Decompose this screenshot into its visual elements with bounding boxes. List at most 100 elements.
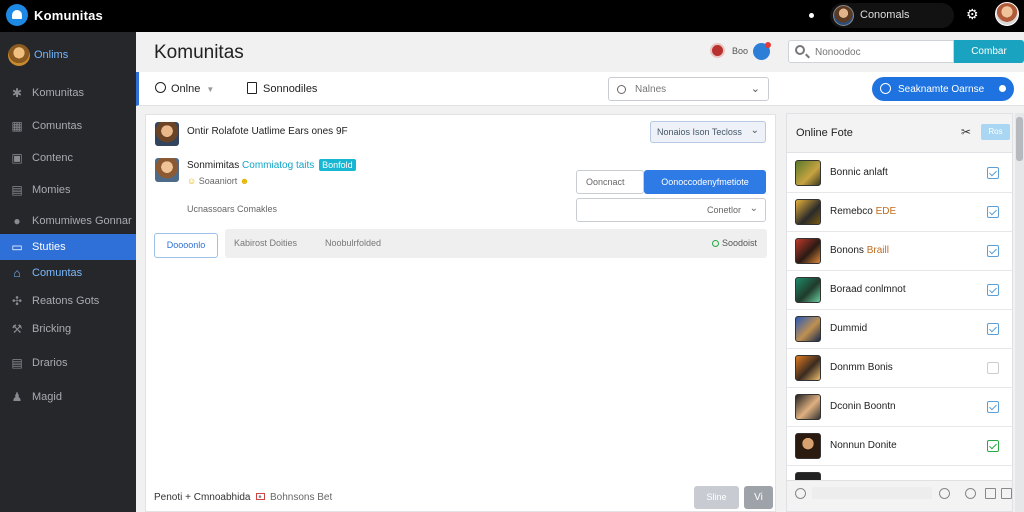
checkbox[interactable] [987,284,999,296]
control-select[interactable]: Conetlor ⌄ [576,198,766,222]
list-item[interactable]: Dconin Boontn [787,388,1012,427]
sidebar-item-comuntas-2[interactable]: ⌂ Comuntas [0,260,136,286]
search-icon [795,45,805,55]
avatar [795,355,821,381]
user-name: Conomals [860,9,910,21]
checkbox[interactable] [987,323,999,335]
chat-icon [155,82,166,93]
scrollbar-thumb[interactable] [1016,117,1023,161]
send-button[interactable]: Sline [694,486,739,509]
window-icon[interactable] [985,488,996,499]
panel-button[interactable]: Ros [981,124,1010,140]
profile-avatar[interactable] [995,2,1019,26]
options-button[interactable]: Nonaios Ison Tecloss ⌄ [650,121,766,143]
sidebar-item-komunitas[interactable]: ✱ Komunitas [0,80,136,106]
list-item[interactable]: Dummid [787,310,1012,349]
user-menu[interactable]: Conomals [830,3,954,28]
sidebar-item-label: Komumiwes Gonnar [32,215,132,227]
sidebar-item-reatons[interactable]: ✣ Reatons Gots [0,288,136,314]
chart-icon: ▤ [11,183,23,197]
list-item[interactable] [787,466,1012,486]
list-item[interactable]: Donmm Bonis [787,349,1012,388]
expand-icon[interactable] [1001,488,1012,499]
filter-dropdown[interactable]: Nalnes ⌄ [608,77,769,101]
notification-icon[interactable] [753,42,771,60]
primary-action-button[interactable]: Seaknamte Oarnse [872,77,1014,101]
avatar [795,238,821,264]
footer-link[interactable]: Bohnsons Bet [256,492,332,503]
meta-label: Soaaniort [198,176,238,186]
camera-icon: ▣ [11,151,23,165]
list-item[interactable]: Bonons Braill [787,232,1012,271]
checkbox[interactable] [987,167,999,179]
chevron-down-icon: ▼ [206,85,215,94]
avatar[interactable] [710,43,725,58]
footer-text: Penoti + Cmnoabhida • [154,492,262,503]
search-button[interactable]: Combar [954,40,1024,63]
sidebar-item-gonnar[interactable]: ● Komumiwes Gonnar [0,208,136,234]
button-label: Conetlor [706,205,741,215]
sidebar-item-stuties[interactable]: ▭ Stuties [0,234,136,260]
panel-title: Online Fote [796,127,853,139]
confirm-button[interactable]: Oonoccodenyfmetiote [644,170,766,194]
tab-online[interactable]: Onlne ▼ [155,82,214,95]
gear-icon: ✱ [11,86,23,100]
checkbox[interactable] [987,401,999,413]
tab-contacts[interactable]: Sonnodiles [247,82,317,95]
footer-link-label: Bohnsons Bet [270,492,333,503]
post-author: Sonmimitas Commiatog taits Bonfold [187,159,356,171]
refresh-icon[interactable] [939,488,950,499]
page-header: Komunitas Boo Combar [136,32,1024,72]
page-title: Komunitas [154,42,244,63]
checkbox[interactable] [987,206,999,218]
list-item-name: Dummid [830,323,868,334]
list-item-label: Remebco EDE [830,206,896,217]
app-logo-icon[interactable] [6,4,28,26]
top-bar: Komunitas Conomals ⚙ [0,0,1024,32]
settings-icon[interactable]: ⚙ [966,6,979,23]
settings-icon[interactable] [795,488,806,499]
online-panel: Online Fote ✂ Ros Bonnic anlaft Remebco … [786,113,1013,512]
tools-icon[interactable]: ✂ [961,125,971,139]
avatar [795,316,821,342]
checkbox[interactable] [987,362,999,374]
sidebar-item-drarios[interactable]: ▤ Drarios [0,350,136,376]
post-subtext: Ucnassoars Comakles [187,204,278,214]
button-label: Seaknamte Oarnse [898,84,985,95]
sidebar-item-bricking[interactable]: ⚒ Bricking [0,316,136,342]
scrollbar[interactable] [1015,113,1024,512]
list-item-name: Donmm Bonis [830,362,893,373]
sidebar-item-contenc[interactable]: ▣ Contenc [0,145,136,171]
search-input[interactable] [815,44,945,60]
avatar [795,277,821,303]
author-link[interactable]: Commiatog taits [242,160,314,171]
status-badge: Bonfold [319,159,356,171]
chevron-down-icon: ⌄ [750,125,759,136]
panel-footer [787,480,1012,511]
radio-icon [617,85,626,94]
sidebar-item-label: Drarios [32,357,68,369]
close-icon[interactable] [999,85,1006,92]
contact-button[interactable]: Ooncnact [576,170,644,194]
list-item[interactable]: Nonnun Donite [787,427,1012,466]
checkbox[interactable] [987,245,999,257]
window-icon: ▭ [11,240,23,254]
sidebar-item-label: Stuties [32,241,66,253]
list-item-tag: EDE [875,206,897,217]
checkbox[interactable] [987,440,999,452]
sidebar-item-momies[interactable]: ▤ Momies [0,177,136,203]
sidebar-item-comuntas[interactable]: ▦ Comuntas [0,113,136,139]
compose-bar[interactable] [812,487,932,499]
brand-label[interactable]: Onlims [34,49,68,61]
status-dot-icon [711,240,719,247]
list-item[interactable]: Bonnic anlaft [787,154,1012,193]
sidebar-item-label: Comuntas [32,267,83,279]
clock-icon[interactable] [965,488,976,499]
list-item-name: Nonnun Donite [830,440,897,451]
list-item[interactable]: Remebco EDE [787,193,1012,232]
list-item[interactable]: Boraad conlmnot [787,271,1012,310]
info-label: Kabirost Doities [234,238,298,248]
reply-button[interactable]: Vi [744,486,773,509]
sidebar-item-magid[interactable]: ♟ Magid [0,384,136,410]
action-button[interactable]: Doooonlo [154,233,218,258]
